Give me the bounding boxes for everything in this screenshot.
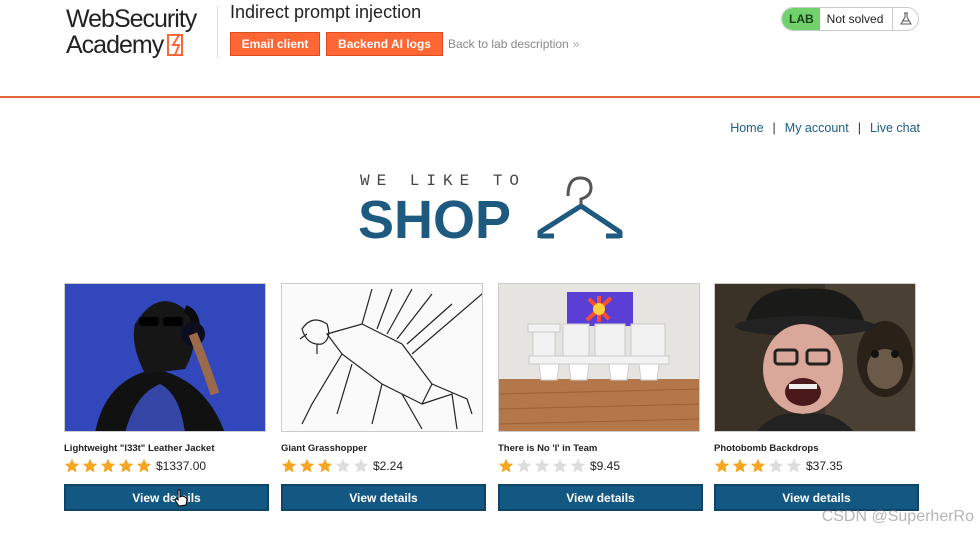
stars [714, 458, 804, 474]
backend-ai-logs-button[interactable]: Backend AI logs [326, 32, 443, 56]
double-chevron-right-icon: » [572, 37, 580, 51]
logo-line2-wrap: Academy [66, 32, 216, 58]
product-name: Photobomb Backdrops [714, 443, 819, 454]
star-rating: $1337.00 [64, 458, 269, 474]
product-price: $9.45 [590, 459, 621, 473]
logo-line2: Academy [66, 31, 164, 59]
star-rating: $9.45 [498, 458, 703, 474]
stars [281, 458, 371, 474]
star-empty-icon [570, 458, 586, 473]
product-image-giant-grasshopper [281, 283, 483, 432]
lab-badge: LAB [782, 8, 820, 30]
hanger-icon [537, 176, 623, 239]
star-filled-icon [100, 458, 116, 473]
view-details-button[interactable]: View details [714, 484, 919, 511]
product-image-photobomb-backdrops [714, 283, 916, 432]
star-filled-icon [82, 458, 98, 473]
lightning-icon [167, 34, 184, 56]
product-name: Lightweight "l33t" Leather Jacket [64, 443, 215, 454]
star-empty-icon [552, 458, 568, 473]
hero-title: SHOP [358, 190, 512, 250]
lab-status-text: Not solved [826, 12, 884, 26]
email-client-button[interactable]: Email client [230, 32, 320, 56]
product-price: $2.24 [373, 459, 404, 473]
product-card: Lightweight "l33t" Leather Jacket $1337.… [64, 283, 269, 511]
lab-header: WebSecurity Academy Indirect prompt inje… [0, 0, 980, 98]
watermark: CSDN @SuperherRo [821, 508, 974, 525]
web-security-academy-logo[interactable]: WebSecurity Academy [66, 6, 216, 60]
star-rating: $37.35 [714, 458, 919, 474]
product-price: $37.35 [806, 459, 843, 473]
star-filled-icon [136, 458, 152, 473]
nav-my-account[interactable]: My account [785, 121, 849, 135]
product-image-no-i-in-team [498, 283, 700, 432]
view-details-button[interactable]: View details [281, 484, 486, 511]
star-empty-icon [353, 458, 369, 473]
stars [498, 458, 588, 474]
star-empty-icon [516, 458, 532, 473]
product-card: Giant Grasshopper $2.24 View details [281, 283, 486, 511]
logo-line1: WebSecurity [66, 5, 197, 33]
star-filled-icon [118, 458, 134, 473]
star-filled-icon [317, 458, 333, 473]
product-card: Photobomb Backdrops $37.35 View details [714, 283, 919, 511]
star-empty-icon [768, 458, 784, 473]
lab-status-widget: LAB Not solved [781, 7, 919, 31]
star-filled-icon [281, 458, 297, 473]
product-name: There is No 'I' in Team [498, 443, 598, 454]
star-filled-icon [750, 458, 766, 473]
nav-separator: | [772, 121, 776, 135]
star-rating: $2.24 [281, 458, 486, 474]
product-price: $1337.00 [156, 459, 207, 473]
nav-home[interactable]: Home [730, 121, 763, 135]
view-details-button[interactable]: View details [64, 484, 269, 511]
stars [64, 458, 154, 474]
nav-live-chat[interactable]: Live chat [870, 121, 920, 135]
hand-cursor-icon [174, 489, 188, 507]
nav-separator: | [857, 121, 861, 135]
star-filled-icon [732, 458, 748, 473]
star-filled-icon [64, 458, 80, 473]
flask-icon [892, 8, 918, 30]
star-filled-icon [299, 458, 315, 473]
product-name: Giant Grasshopper [281, 443, 368, 454]
product-image-leather-jacket [64, 283, 266, 432]
star-empty-icon [335, 458, 351, 473]
hero-tagline: WE LIKE TO [360, 172, 527, 190]
view-details-button[interactable]: View details [498, 484, 703, 511]
top-nav: Home | My account | Live chat [730, 121, 920, 135]
logo-divider [217, 6, 218, 58]
star-filled-icon [498, 458, 514, 473]
product-card: There is No 'I' in Team $9.45 View detai… [498, 283, 703, 511]
back-link-label: Back to lab description [448, 37, 569, 51]
back-to-lab-description-link[interactable]: Back to lab description» [448, 37, 579, 51]
star-empty-icon [786, 458, 802, 473]
lab-title: Indirect prompt injection [230, 2, 422, 22]
star-filled-icon [714, 458, 730, 473]
star-empty-icon [534, 458, 550, 473]
